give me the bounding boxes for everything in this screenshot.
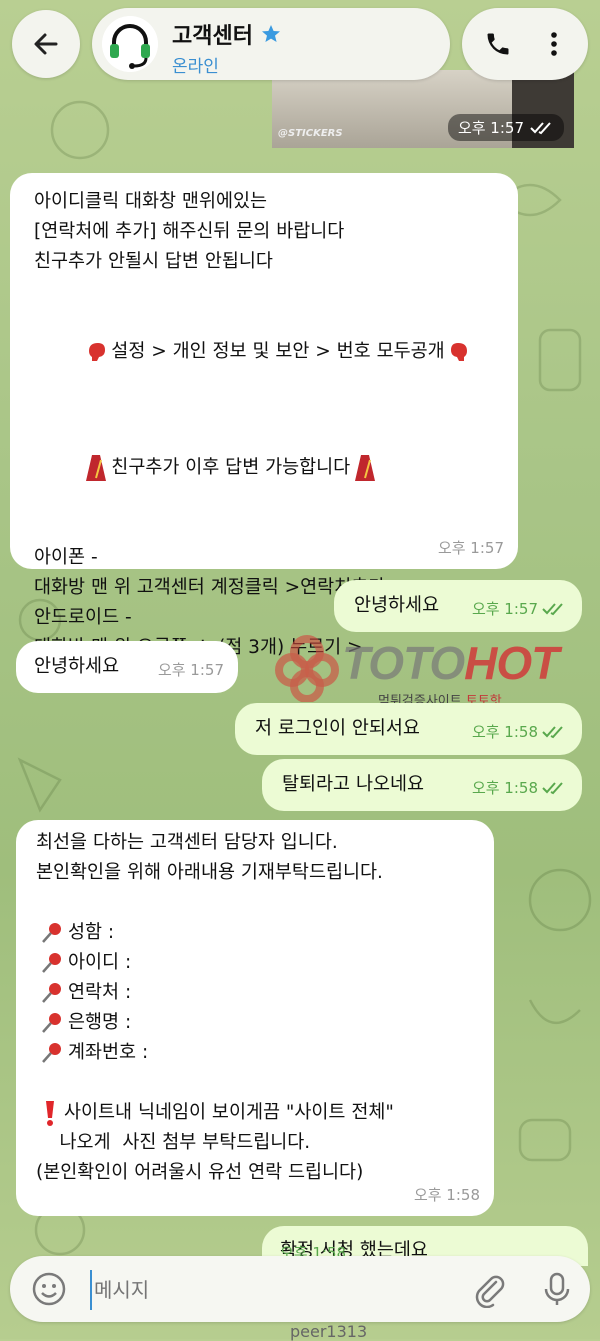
message-meta: 오후 1:58 xyxy=(472,717,568,747)
message-line: 사이트내 닉네임이 보이게끔 "사이트 전체" xyxy=(64,1102,394,1123)
message-time: 오후 1:57 xyxy=(157,661,224,679)
headset-avatar-icon xyxy=(102,16,158,72)
message-meta: 오후 1:57 xyxy=(438,533,504,563)
call-button[interactable] xyxy=(474,20,522,68)
message-line: 최선을 다하는 고객센터 담당자 입니다. xyxy=(36,832,338,853)
message-input[interactable] xyxy=(90,1270,456,1310)
pushpin-icon xyxy=(42,923,61,943)
message-text: 탈퇴라고 나오네요 xyxy=(282,774,425,795)
chat-status: 온라인 xyxy=(172,57,219,77)
message-line-row: 친구추가 이후 답변 가능합니다 xyxy=(34,423,494,513)
metronome-icon xyxy=(86,455,107,481)
arrow-left-icon xyxy=(34,33,58,55)
header-actions xyxy=(462,8,588,80)
incoming-message[interactable]: 안녕하세요 오후 1:57 xyxy=(16,641,238,693)
incoming-message[interactable]: 최선을 다하는 고객센터 담당자 입니다. 본인확인을 위해 아래내용 기재부탁… xyxy=(16,820,494,1216)
star-icon xyxy=(261,25,280,42)
message-text: 안녕하세요 xyxy=(34,656,120,677)
incoming-message[interactable]: 아이디클릭 대화창 맨위에있는 [연락처에 추가] 해주신뒤 문의 바랍니다 친… xyxy=(10,173,518,688)
pushpin-icon xyxy=(42,1013,61,1033)
outgoing-message[interactable]: 안녕하세요 오후 1:57 xyxy=(334,580,582,632)
outgoing-message[interactable]: 탈퇴라고 나오네요 오후 1:58 xyxy=(262,759,582,811)
media-message[interactable]: @STICKERS 오후 1:57 xyxy=(272,70,574,148)
message-text: 저 로그인이 안되서요 xyxy=(255,718,420,739)
message-line-row: 성함 : xyxy=(36,918,474,948)
message-line-row: 설정 > 개인 정보 및 보안 > 번호 모두공개 xyxy=(34,307,494,397)
media-time-text: 오후 1:57 xyxy=(457,119,524,137)
message-line: 아이디 : xyxy=(68,952,132,973)
media-time: 오후 1:57 xyxy=(447,114,564,141)
metronome-icon xyxy=(355,455,376,481)
message-line: 계좌번호 : xyxy=(68,1042,149,1063)
watermark-brand-a: TOTO xyxy=(342,637,465,689)
more-menu-button[interactable] xyxy=(530,20,578,68)
watermark-logo xyxy=(275,635,339,702)
chat-header[interactable]: 고객센터 온라인 xyxy=(92,8,450,80)
boxing-glove-icon xyxy=(89,343,106,361)
message-time: 오후 1:57 xyxy=(437,539,504,557)
message-meta: 오후 1:58 xyxy=(414,1180,480,1210)
message-composer xyxy=(10,1256,590,1322)
more-vertical-icon xyxy=(551,32,557,56)
watermark-brand-b: HOT xyxy=(464,637,559,689)
message-line: 친구추가 안될시 답변 안됩니다 xyxy=(34,251,273,272)
emoji-icon[interactable] xyxy=(30,1270,68,1308)
pushpin-icon xyxy=(42,1043,61,1063)
chat-title: 고객센터 xyxy=(172,18,281,50)
message-line: [연락처에 추가] 해주신뒤 문의 바랍니다 xyxy=(34,221,345,242)
message-meta: 오후 1:57 xyxy=(472,594,568,624)
sticker-tag: @STICKERS xyxy=(278,128,343,139)
double-check-icon xyxy=(542,726,563,739)
message-line: (본인확인이 어려울시 유선 연락 드립니다) xyxy=(36,1162,364,1183)
watermark-brand: TOTOHOT xyxy=(342,636,559,690)
message-line-row: 사이트내 닉네임이 보이게끔 "사이트 전체" xyxy=(36,1098,474,1128)
message-meta: 오후 1:58 xyxy=(472,773,568,803)
message-meta: 오후 1:57 xyxy=(158,655,224,685)
message-body: 최선을 다하는 고객센터 담당자 입니다. 본인확인을 위해 아래내용 기재부탁… xyxy=(36,828,474,1188)
message-line: 연락처 : xyxy=(68,982,132,1003)
double-check-icon xyxy=(542,782,563,795)
back-button[interactable] xyxy=(12,10,80,78)
double-check-icon xyxy=(530,121,551,134)
pushpin-icon xyxy=(42,953,61,973)
chat-title-text: 고객센터 xyxy=(172,24,253,49)
message-line-row: 은행명 : xyxy=(36,1008,474,1038)
message-time: 오후 1:58 xyxy=(471,723,538,741)
message-line: 아이디클릭 대화창 맨위에있는 xyxy=(34,191,268,212)
message-line-row: 계좌번호 : xyxy=(36,1038,474,1068)
boxing-glove-icon xyxy=(450,343,467,361)
message-line: 은행명 : xyxy=(68,1012,132,1033)
message-line-row: 연락처 : xyxy=(36,978,474,1008)
message-line-row: 아이디 : xyxy=(36,948,474,978)
microphone-icon[interactable] xyxy=(538,1270,576,1308)
outgoing-message[interactable]: 저 로그인이 안되서요 오후 1:58 xyxy=(235,703,582,755)
phone-icon xyxy=(487,33,509,55)
message-time: 오후 1:58 xyxy=(413,1186,480,1204)
message-text: 안녕하세요 xyxy=(354,595,440,616)
message-time: 오후 1:58 xyxy=(471,779,538,797)
pushpin-icon xyxy=(42,983,61,1003)
message-line: 아이폰 - xyxy=(34,547,98,568)
message-line: 설정 > 개인 정보 및 보안 > 번호 모두공개 xyxy=(111,341,445,362)
message-line: 본인확인을 위해 아래내용 기재부탁드립니다. xyxy=(36,862,383,883)
exclamation-icon xyxy=(46,1101,54,1126)
message-line: 성함 : xyxy=(68,922,115,943)
message-line: 나오게 사진 첨부 부탁드립니다. xyxy=(36,1132,311,1153)
message-line: 친구추가 이후 답변 가능합니다 xyxy=(111,457,351,478)
paperclip-icon[interactable] xyxy=(470,1270,508,1308)
partial-text-below: peer1313 xyxy=(290,1322,368,1341)
message-time: 오후 1:57 xyxy=(471,600,538,618)
double-check-icon xyxy=(542,603,563,616)
